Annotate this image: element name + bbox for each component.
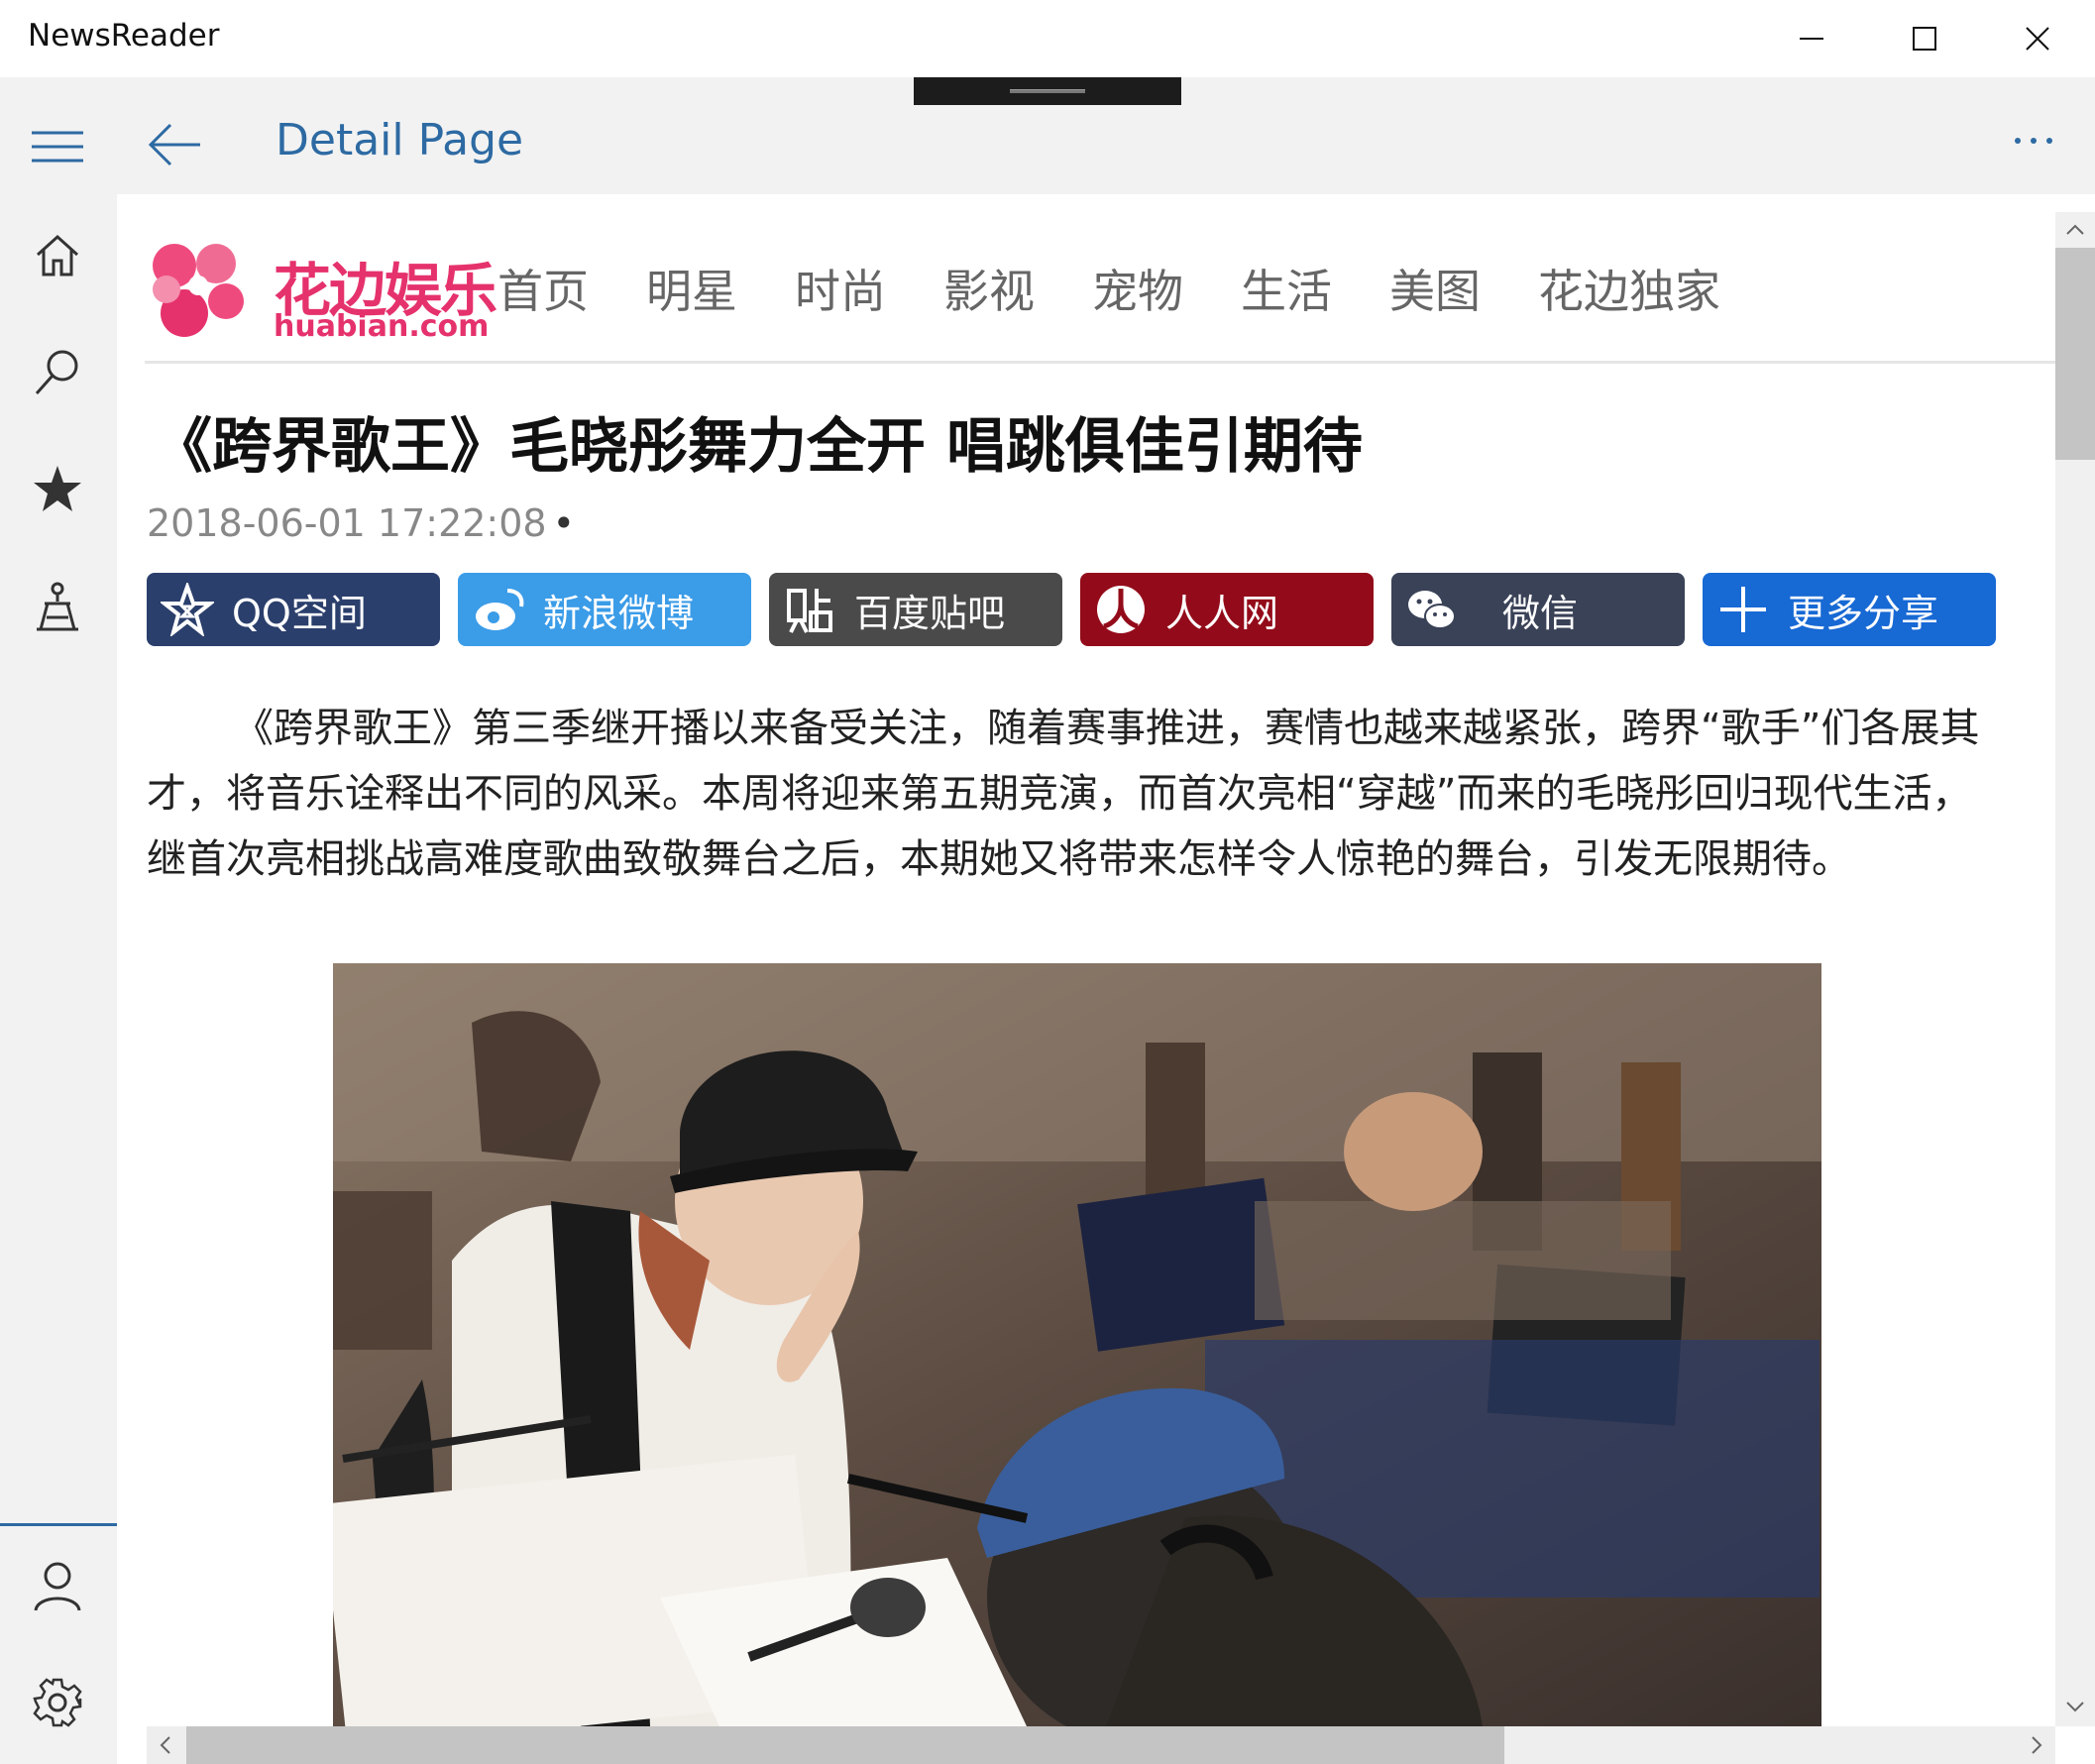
article-paragraph: 《跨界歌王》第三季继开播以来备受关注，随着赛事推进，赛情也越来越紧张，跨界“歌手… — [147, 706, 1980, 882]
article-title: 《跨界歌王》毛晓彤舞力全开 唱跳俱佳引期待 — [153, 412, 1363, 482]
favorites-star-icon — [34, 466, 81, 511]
home-icon — [36, 234, 79, 276]
horizontal-scroll-thumb[interactable] — [186, 1726, 1504, 1764]
back-arrow-icon — [148, 123, 200, 166]
rail-separator — [0, 1523, 117, 1526]
app-title: NewsReader — [28, 18, 220, 54]
vertical-scroll-thumb[interactable] — [2055, 248, 2095, 460]
grip-icon — [1010, 89, 1085, 93]
article-webview[interactable]: 花边娱乐 huabian.com 首页 明星 时尚 影视 宠物 生活 美图 花边… — [117, 194, 2055, 1726]
share-bar: QQ空间 新浪微博 百度贴吧 人人网 微信 更多分享 — [147, 573, 2030, 646]
qzone-star-icon — [161, 583, 214, 636]
minimize-button[interactable] — [1756, 0, 1867, 77]
rehearsal-photo-illustration — [333, 963, 1821, 1726]
close-button[interactable] — [1982, 0, 2093, 77]
weibo-icon — [472, 583, 525, 636]
rail-settings-button[interactable] — [18, 1663, 97, 1742]
minimize-icon — [1800, 38, 1823, 40]
nav-life[interactable]: 生活 — [1241, 256, 1332, 321]
chevron-down-icon — [2066, 1702, 2084, 1712]
wechat-icon — [1405, 583, 1459, 636]
share-weibo-button[interactable]: 新浪微博 — [458, 573, 751, 646]
plus-icon — [1716, 583, 1770, 636]
logo-domain-text: huabian.com — [274, 309, 490, 344]
rail-account-button[interactable] — [18, 1546, 97, 1625]
chevron-right-icon — [2032, 1736, 2042, 1754]
share-renren-button[interactable]: 人人网 — [1080, 573, 1374, 646]
share-renren-label: 人人网 — [1165, 591, 1279, 635]
site-logo[interactable]: 花边娱乐 huabian.com — [145, 236, 497, 345]
page-title: Detail Page — [276, 115, 524, 165]
account-icon — [34, 1562, 81, 1611]
navigation-rail — [0, 194, 117, 1764]
nav-film-tv[interactable]: 影视 — [943, 256, 1035, 321]
site-nav: 首页 明星 时尚 影视 宠物 生活 美图 花边独家 — [497, 256, 1778, 321]
rail-favorites-button[interactable] — [18, 450, 97, 529]
share-tieba-label: 百度贴吧 — [854, 591, 1006, 635]
scroll-right-button[interactable] — [2018, 1726, 2055, 1764]
hamburger-menu-icon — [32, 131, 83, 163]
publish-time-text: 2018-06-01 17:22:08 — [147, 501, 547, 545]
tieba-icon — [783, 583, 836, 636]
nav-divider — [145, 361, 2055, 364]
nav-home[interactable]: 首页 — [497, 256, 589, 321]
nav-pets[interactable]: 宠物 — [1092, 256, 1183, 321]
publish-time: 2018-06-01 17:22:08 • — [147, 501, 575, 545]
more-ellipsis-icon — [2015, 138, 2052, 144]
maximize-icon — [1913, 27, 1936, 51]
share-qzone-label: QQ空间 — [232, 591, 367, 635]
share-qzone-button[interactable]: QQ空间 — [147, 573, 440, 646]
scroll-left-button[interactable] — [147, 1726, 184, 1764]
flower-logo-icon — [153, 244, 244, 337]
close-icon — [2026, 27, 2049, 51]
nav-stars[interactable]: 明星 — [646, 256, 737, 321]
rail-explore-button[interactable] — [18, 567, 97, 646]
chevron-up-icon — [2066, 224, 2084, 235]
settings-gear-icon — [33, 1678, 82, 1727]
rail-home-button[interactable] — [18, 216, 97, 295]
back-button[interactable] — [145, 113, 208, 176]
hamburger-menu-button[interactable] — [22, 117, 93, 176]
share-wechat-button[interactable]: 微信 — [1391, 573, 1685, 646]
share-wechat-label: 微信 — [1502, 591, 1579, 635]
share-weibo-label: 新浪微博 — [543, 591, 695, 635]
nav-photos[interactable]: 美图 — [1389, 256, 1481, 321]
window-titlebar: NewsReader — [0, 0, 2095, 77]
search-icon — [35, 350, 78, 394]
more-options-button[interactable] — [2010, 121, 2059, 161]
publish-time-dot: • — [552, 501, 576, 545]
share-more-button[interactable]: 更多分享 — [1703, 573, 1996, 646]
maximize-button[interactable] — [1869, 0, 1980, 77]
nav-fashion[interactable]: 时尚 — [795, 256, 886, 321]
explore-icon — [37, 582, 78, 631]
share-tieba-button[interactable]: 百度贴吧 — [769, 573, 1062, 646]
drag-handle[interactable] — [914, 77, 1181, 105]
nav-exclusive[interactable]: 花边独家 — [1538, 256, 1720, 321]
share-more-label: 更多分享 — [1788, 591, 1939, 635]
chevron-left-icon — [160, 1736, 170, 1754]
scroll-up-button[interactable] — [2055, 212, 2095, 248]
rail-search-button[interactable] — [18, 333, 97, 412]
article-photo — [333, 963, 1821, 1726]
scroll-down-button[interactable] — [2055, 1689, 2095, 1724]
renren-icon — [1094, 583, 1148, 636]
